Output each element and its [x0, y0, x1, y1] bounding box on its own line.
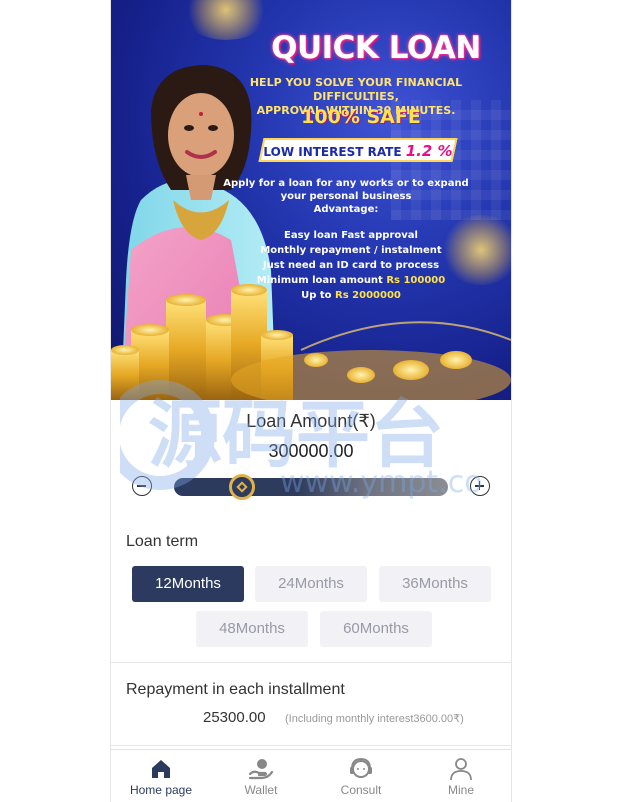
- promo-banner[interactable]: QUICK LOAN HELP YOU SOLVE YOUR FINANCIAL…: [111, 0, 511, 400]
- feature-item: Just need an ID card to process: [262, 260, 440, 271]
- term-option-36[interactable]: 36Months: [379, 566, 491, 602]
- banner-glow: [441, 215, 511, 285]
- increase-amount-button[interactable]: [470, 476, 490, 496]
- banner-safe: 100% SAFE: [301, 106, 421, 128]
- wallet-icon: [248, 759, 274, 780]
- slider-handle[interactable]: [228, 474, 255, 500]
- banner-desc-line: Apply for a loan for any works or to exp…: [223, 178, 469, 189]
- nav-label-consult: Consult: [340, 783, 382, 797]
- home-icon: [152, 760, 170, 778]
- nav-item-wallet[interactable]: Wallet: [211, 750, 311, 802]
- banner-desc-line: your personal business: [280, 191, 412, 202]
- banner-title: QUICK LOAN: [271, 30, 481, 66]
- repayment-label: Repayment in each installment: [126, 681, 345, 698]
- rate-label: LOW INTEREST RATE: [263, 145, 402, 159]
- loan-amount-value: 300000.00: [268, 441, 354, 461]
- section-divider: [111, 745, 511, 746]
- banner-description: Apply for a loan for any works or to exp…: [221, 177, 471, 216]
- feature-item-min: Minimum loan amount Rs 100000: [251, 273, 451, 288]
- consult-icon: [350, 757, 372, 778]
- feature-item: Monthly repayment / instalment: [260, 245, 442, 256]
- term-option-48[interactable]: 48Months: [196, 611, 308, 647]
- rate-value: 1.2 %: [405, 142, 453, 160]
- loan-term-label: Loan term: [126, 533, 199, 550]
- bottom-navigation: Home page Wallet Consult Mine: [111, 749, 511, 802]
- nav-item-mine[interactable]: Mine: [411, 750, 511, 802]
- max-value: Rs 2000000: [335, 290, 401, 301]
- rate-badge: LOW INTEREST RATE 1.2 %: [261, 142, 455, 160]
- banner-desc-line: Advantage:: [313, 204, 379, 215]
- section-divider: [111, 662, 511, 663]
- repayment-note: (Including monthly interest3600.00₹): [285, 713, 464, 725]
- nav-label-mine: Mine: [447, 783, 474, 797]
- user-icon: [450, 758, 472, 781]
- banner-features: Easy loan Fast approval Monthly repaymen…: [251, 228, 451, 303]
- term-option-60[interactable]: 60Months: [320, 611, 432, 647]
- nav-item-consult[interactable]: Consult: [311, 750, 411, 802]
- term-option-12[interactable]: 12Months: [132, 566, 244, 602]
- min-value: Rs 100000: [386, 275, 446, 286]
- loan-amount-slider[interactable]: [174, 478, 448, 496]
- nav-label-home: Home page: [129, 783, 193, 797]
- banner-subtitle-line: HELP YOU SOLVE YOUR FINANCIAL DIFFICULTI…: [249, 76, 463, 103]
- max-label: Up to: [301, 290, 336, 301]
- repayment-value: 25300.00: [203, 709, 266, 726]
- nav-item-home[interactable]: Home page: [111, 750, 211, 802]
- app-container: QUICK LOAN HELP YOU SOLVE YOUR FINANCIAL…: [110, 0, 512, 802]
- loan-amount-label: Loan Amount(₹): [246, 411, 376, 431]
- feature-item-max: Up to Rs 2000000: [251, 288, 451, 303]
- term-option-24[interactable]: 24Months: [255, 566, 367, 602]
- min-label: Minimum loan amount: [256, 275, 387, 286]
- feature-item: Easy loan Fast approval: [284, 230, 418, 241]
- decrease-amount-button[interactable]: [132, 476, 152, 496]
- nav-label-wallet: Wallet: [244, 783, 278, 797]
